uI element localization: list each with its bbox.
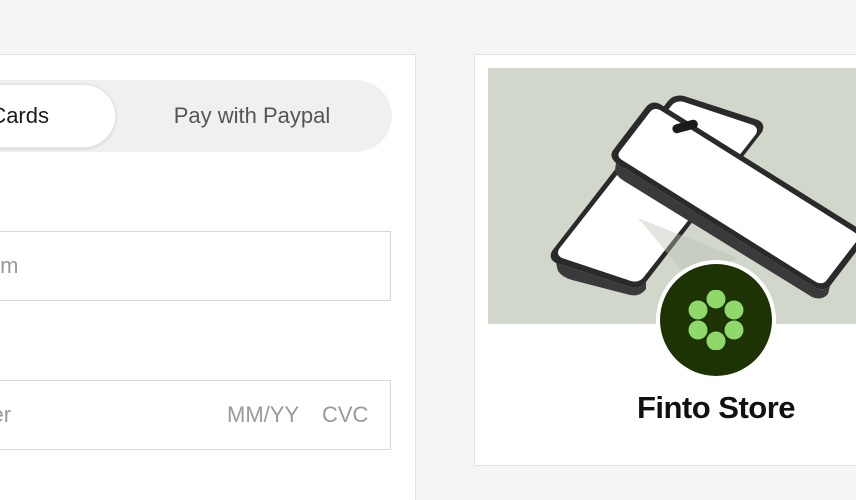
tab-paypal[interactable]: Pay with Paypal	[116, 84, 388, 148]
tab-paypal-label: Pay with Paypal	[173, 103, 331, 128]
card-details-field[interactable]: mber MM/YY CVC	[0, 380, 391, 450]
email-field[interactable]: il.com	[0, 231, 391, 301]
store-logo	[656, 260, 776, 380]
flower-dots-logo-icon	[660, 264, 772, 376]
checkout-page: Cards Pay with Paypal il.com mber MM/YY …	[0, 0, 856, 500]
store-name: Finto Store	[636, 390, 796, 425]
payment-method-tabs: Cards Pay with Paypal	[0, 80, 392, 152]
tab-cards-label: Cards	[0, 103, 49, 128]
logo-dots	[688, 290, 744, 350]
card-number-placeholder: mber	[0, 402, 12, 427]
cvc-placeholder[interactable]: CVC	[322, 402, 368, 428]
expiry-placeholder[interactable]: MM/YY	[227, 402, 299, 428]
tab-cards[interactable]: Cards	[0, 84, 116, 148]
email-placeholder: il.com	[0, 253, 19, 278]
